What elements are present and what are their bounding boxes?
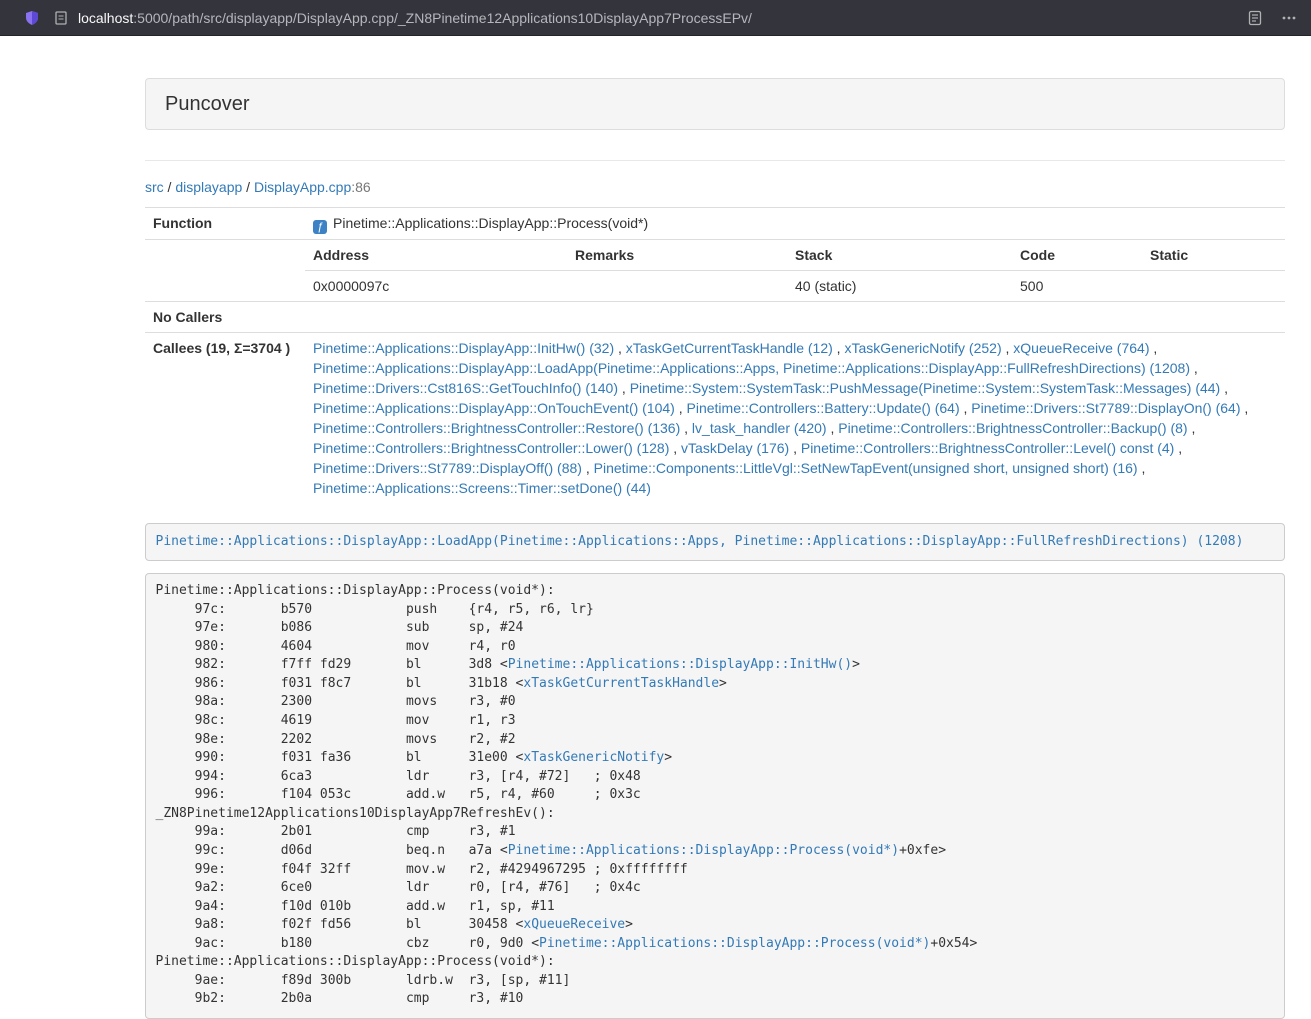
col-stack: Stack [787,240,1012,271]
callee-link[interactable]: Pinetime::Controllers::BrightnessControl… [838,420,1187,436]
breadcrumb-link[interactable]: displayapp [175,179,242,195]
col-remarks: Remarks [567,240,787,271]
page-info-icon[interactable] [54,10,68,26]
url-bar[interactable]: localhost:5000/path/src/displayapp/Displ… [78,10,1235,26]
breadcrumb: src / displayapp / DisplayApp.cpp:86 [145,179,1285,195]
line-number: :86 [351,179,370,195]
highlighted-callee-link[interactable]: Pinetime::Applications::DisplayApp::Load… [156,534,1244,549]
callees-cell: Pinetime::Applications::DisplayApp::Init… [305,333,1285,504]
chrome-right-actions [1247,10,1297,26]
code-symbol-link[interactable]: xTaskGenericNotify [523,750,664,765]
no-callers-row: No Callers [145,302,1285,333]
code-symbol-link[interactable]: Pinetime::Applications::DisplayApp::Proc… [508,843,899,858]
no-callers-cell [305,302,1285,333]
url-path: :5000/path/src/displayapp/DisplayApp.cpp… [133,10,752,26]
callee-link[interactable]: Pinetime::Drivers::Cst816S::GetTouchInfo… [313,380,618,396]
app-header: Puncover [145,78,1285,130]
col-code: Code [1012,240,1142,271]
static-value [1142,271,1285,302]
callee-link[interactable]: Pinetime::Applications::DisplayApp::Load… [313,360,1190,376]
address-value: 0x0000097c [305,271,567,302]
callee-link[interactable]: Pinetime::System::SystemTask::PushMessag… [630,380,1221,396]
highlighted-callee-box: Pinetime::Applications::DisplayApp::Load… [145,523,1285,561]
callee-link[interactable]: vTaskDelay (176) [681,440,789,456]
callee-link[interactable]: xQueueReceive (764) [1013,340,1149,356]
page-content: Puncover src / displayapp / DisplayApp.c… [145,78,1285,1019]
callee-link[interactable]: Pinetime::Components::LittleVgl::SetNewT… [594,460,1138,476]
code-symbol-link[interactable]: xQueueReceive [523,917,625,932]
code-symbol-link[interactable]: Pinetime::Applications::DisplayApp::Proc… [539,936,930,951]
col-static: Static [1142,240,1285,271]
disassembly: Pinetime::Applications::DisplayApp::Proc… [145,573,1285,1019]
function-row-label: Function [145,208,305,240]
callees-label: Callees (19, Σ=3704 ) [145,333,305,504]
callee-link[interactable]: Pinetime::Applications::DisplayApp::Init… [313,340,614,356]
function-row: Function ƒ Pinetime::Applications::Displa… [145,208,1285,240]
url-host: localhost [78,10,133,26]
stats-row: Address Remarks Stack Code Static 0x0000… [145,240,1285,302]
symbol-stats-table: Address Remarks Stack Code Static 0x0000… [305,240,1285,301]
stats-value-row: 0x0000097c 40 (static) 500 [305,271,1285,302]
page-title: Puncover [165,93,250,115]
code-symbol-link[interactable]: xTaskGetCurrentTaskHandle [523,676,719,691]
callee-link[interactable]: Pinetime::Applications::Screens::Timer::… [313,480,651,496]
overflow-menu-icon[interactable] [1281,10,1297,26]
stats-header-row: Address Remarks Stack Code Static [305,240,1285,271]
callee-link[interactable]: Pinetime::Applications::DisplayApp::OnTo… [313,400,675,416]
callee-link[interactable]: Pinetime::Controllers::BrightnessControl… [313,420,680,436]
callee-link[interactable]: Pinetime::Controllers::Battery::Update()… [687,400,960,416]
reader-view-icon[interactable] [1247,10,1263,26]
tracking-protection-shield-icon[interactable] [24,10,40,26]
browser-chrome: localhost:5000/path/src/displayapp/Displ… [0,0,1311,36]
callee-link[interactable]: Pinetime::Drivers::St7789::DisplayOff() … [313,460,582,476]
callee-link[interactable]: xTaskGenericNotify (252) [844,340,1001,356]
callee-link[interactable]: Pinetime::Controllers::BrightnessControl… [313,440,669,456]
callee-link[interactable]: Pinetime::Drivers::St7789::DisplayOn() (… [971,400,1240,416]
function-signature-cell: ƒ Pinetime::Applications::DisplayApp::Pro… [305,208,1285,240]
breadcrumb-link[interactable]: DisplayApp.cpp [254,179,351,195]
stats-row-label [145,240,305,302]
no-callers-label: No Callers [145,302,305,333]
code-symbol-link[interactable]: Pinetime::Applications::DisplayApp::Init… [508,657,852,672]
callee-link[interactable]: xTaskGetCurrentTaskHandle (12) [626,340,833,356]
callees-row: Callees (19, Σ=3704 ) Pinetime::Applicat… [145,333,1285,504]
callee-link[interactable]: lv_task_handler (420) [692,420,827,436]
divider [145,160,1285,161]
breadcrumb-link[interactable]: src [145,179,164,195]
function-icon: ƒ [313,220,327,234]
function-table: Function ƒPinetime::Applications::Displa… [145,207,1285,503]
function-signature: Pinetime::Applications::DisplayApp::Proc… [333,215,648,231]
remarks-value [567,271,787,302]
col-address: Address [305,240,567,271]
stack-value: 40 (static) [787,271,1012,302]
code-value: 500 [1012,271,1142,302]
callee-link[interactable]: Pinetime::Controllers::BrightnessControl… [801,440,1174,456]
